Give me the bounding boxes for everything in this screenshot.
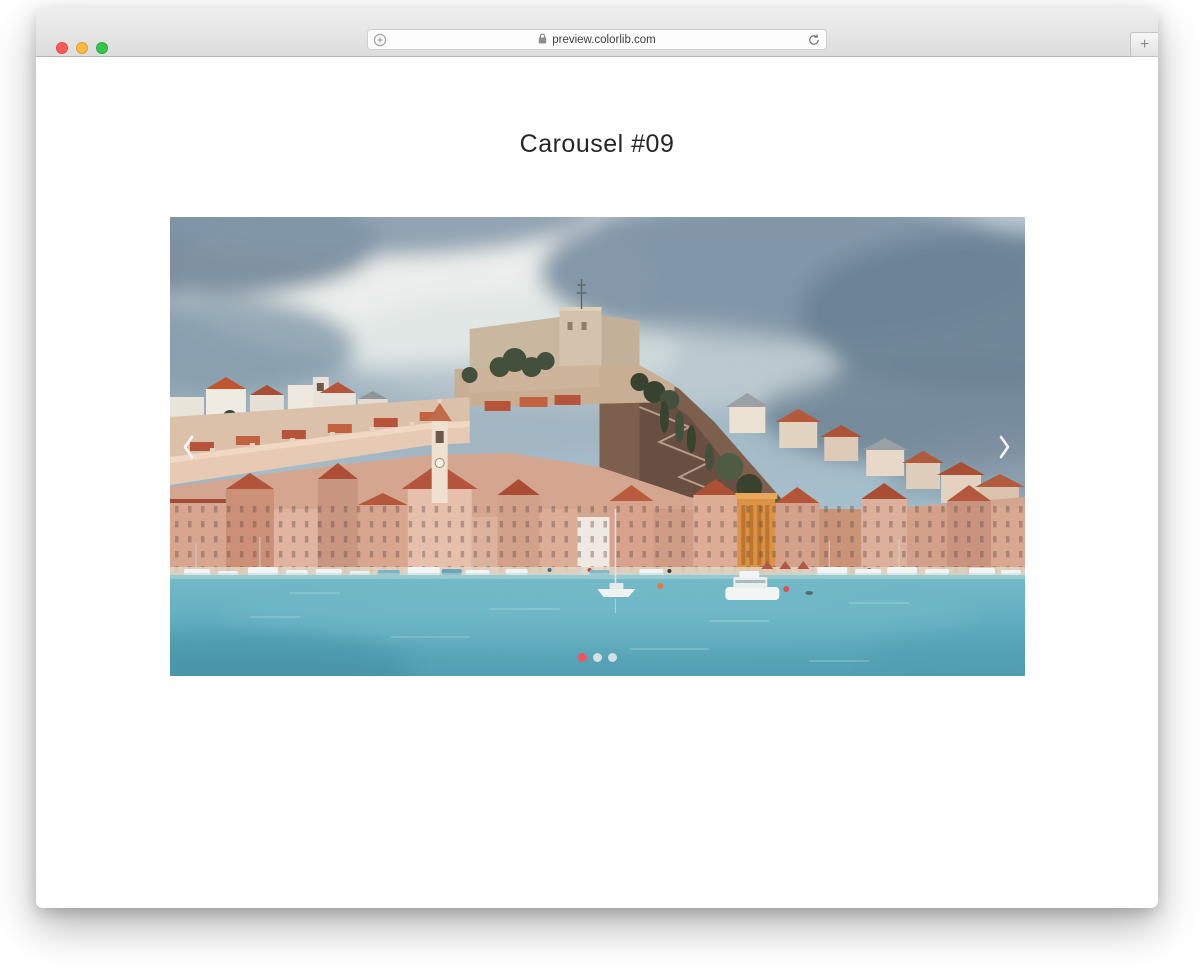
- carousel-dot[interactable]: [578, 653, 587, 662]
- reload-icon[interactable]: [807, 33, 821, 50]
- traffic-light-close[interactable]: [56, 42, 68, 54]
- carousel: [170, 217, 1025, 676]
- traffic-light-zoom[interactable]: [96, 42, 108, 54]
- chevron-left-icon: [182, 435, 195, 459]
- window-titlebar[interactable]: preview.colorlib.com +: [36, 8, 1158, 57]
- web-page: Carousel #09: [36, 57, 1158, 907]
- browser-window: preview.colorlib.com + Carousel #09: [36, 8, 1158, 908]
- carousel-prev-button[interactable]: [176, 430, 202, 464]
- lock-icon: [538, 33, 547, 47]
- traffic-light-minimize[interactable]: [76, 42, 88, 54]
- chevron-right-icon: [998, 435, 1011, 459]
- address-bar[interactable]: preview.colorlib.com: [367, 29, 827, 50]
- carousel-photo: [170, 217, 1025, 676]
- window-controls: [56, 42, 108, 54]
- page-title: Carousel #09: [36, 127, 1158, 161]
- address-text: preview.colorlib.com: [552, 34, 656, 46]
- circled-plus-icon[interactable]: [373, 33, 387, 50]
- new-tab-button[interactable]: +: [1130, 32, 1158, 57]
- carousel-dot[interactable]: [608, 653, 617, 662]
- carousel-dot[interactable]: [593, 653, 602, 662]
- carousel-dots: [170, 653, 1025, 662]
- carousel-next-button[interactable]: [992, 430, 1018, 464]
